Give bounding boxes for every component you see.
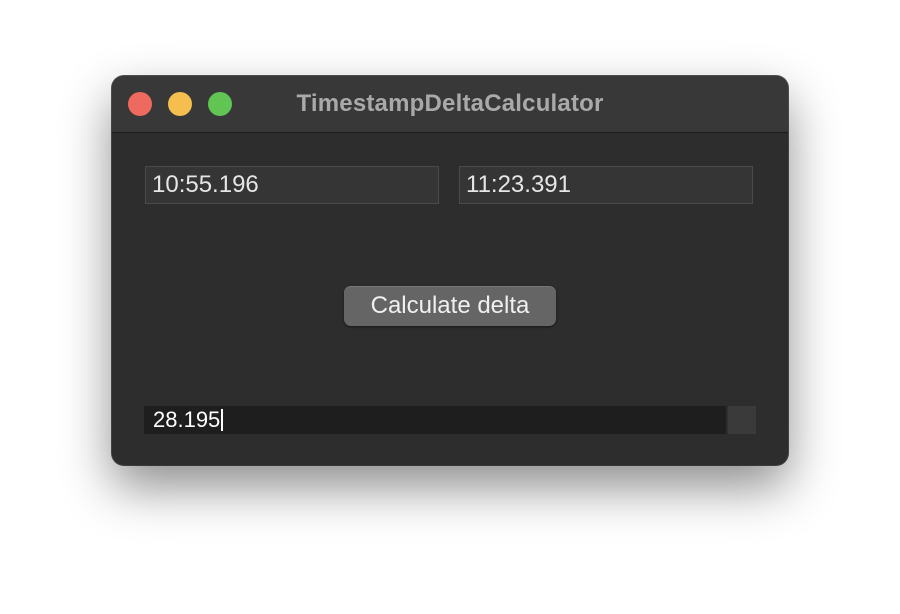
delta-result-field[interactable]: 28.195: [144, 406, 726, 434]
app-window: TimestampDeltaCalculator 10:55.196 11:23…: [112, 76, 788, 465]
minimize-button[interactable]: [168, 92, 192, 116]
zoom-button[interactable]: [208, 92, 232, 116]
delta-result-value: 28.195: [153, 407, 221, 432]
result-row: 28.195: [144, 406, 756, 434]
start-time-field[interactable]: 10:55.196: [145, 166, 439, 204]
title-bar[interactable]: TimestampDeltaCalculator: [112, 76, 788, 133]
result-scroll-area[interactable]: [728, 406, 756, 434]
close-button[interactable]: [128, 92, 152, 116]
text-caret: [221, 409, 224, 431]
calculate-delta-button[interactable]: Calculate delta: [344, 286, 556, 326]
end-time-field[interactable]: 11:23.391: [459, 166, 753, 204]
